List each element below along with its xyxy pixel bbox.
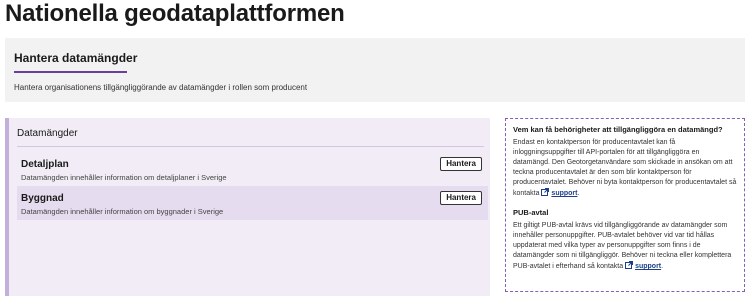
hero-heading: Hantera datamängder bbox=[14, 51, 138, 65]
external-link-icon bbox=[541, 188, 550, 196]
support-link-label: support bbox=[551, 190, 578, 197]
info-heading-pub: PUB-avtal bbox=[513, 208, 549, 217]
support-link-pub[interactable]: support bbox=[625, 261, 662, 270]
datasets-panel: Datamängder Detaljplan Datamängden inneh… bbox=[5, 118, 490, 296]
info-box: Vem kan få behörigheter att tillgängligg… bbox=[505, 118, 745, 292]
sentence-period: . bbox=[577, 190, 580, 197]
dataset-description: Datamängden innehåller information om by… bbox=[21, 207, 224, 216]
support-link-permissions[interactable]: support bbox=[541, 188, 578, 197]
dataset-name: Byggnad bbox=[21, 193, 64, 204]
info-heading-permissions: Vem kan få behörigheter att tillgängligg… bbox=[513, 125, 723, 134]
page-title: Nationella geodataplattformen bbox=[5, 0, 345, 27]
info-text-pub: Ett giltigt PUB-avtal krävs vid tillgäng… bbox=[513, 221, 737, 272]
dataset-description: Datamängden innehåller information om de… bbox=[21, 173, 227, 182]
manage-detaljplan-button[interactable]: Hantera bbox=[440, 157, 482, 171]
info-text-permissions: Endast en kontaktperson för producentavt… bbox=[513, 138, 737, 199]
datasets-title: Datamängder bbox=[17, 128, 78, 139]
hero-heading-underline bbox=[14, 71, 127, 73]
dataset-name: Detaljplan bbox=[21, 159, 69, 170]
sentence-period: . bbox=[661, 263, 664, 270]
dataset-row-byggnad: Byggnad Datamängden innehåller informati… bbox=[17, 186, 488, 220]
external-link-icon bbox=[625, 261, 634, 269]
datasets-divider bbox=[17, 146, 484, 147]
dataset-row-detaljplan: Detaljplan Datamängden innehåller inform… bbox=[17, 152, 488, 186]
support-link-label: support bbox=[635, 263, 662, 270]
hero-panel: Hantera datamängder Hantera organisation… bbox=[5, 38, 745, 102]
hero-description: Hantera organisationens tillgängliggöran… bbox=[14, 83, 308, 92]
manage-byggnad-button[interactable]: Hantera bbox=[440, 191, 482, 205]
info-pub-body: Ett giltigt PUB-avtal krävs vid tillgäng… bbox=[513, 222, 732, 270]
